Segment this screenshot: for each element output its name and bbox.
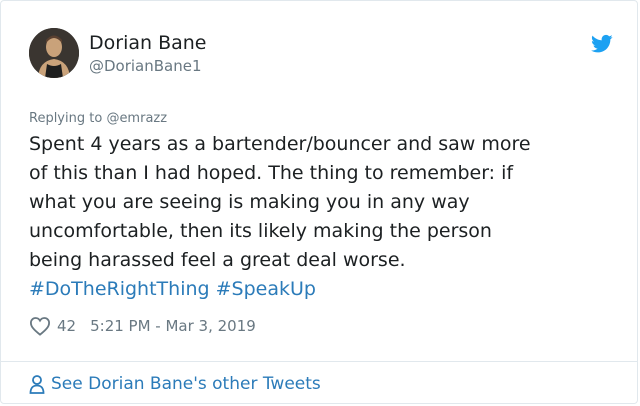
- see-other-tweets-label: See Dorian Bane's other Tweets: [51, 374, 321, 394]
- tweet-header: Dorian Bane @DorianBane1: [29, 28, 613, 80]
- avatar[interactable]: [29, 28, 79, 78]
- tweet-text-line: of this than I had hoped. The thing to r…: [29, 162, 514, 184]
- author-handle[interactable]: @DorianBane1: [89, 57, 202, 75]
- tweet-text-line: uncomfortable, then its likely making th…: [29, 220, 492, 242]
- hashtag-line: #DoTheRightThing #SpeakUp: [29, 275, 629, 304]
- hashtag-link[interactable]: #SpeakUp: [216, 278, 316, 300]
- author-name[interactable]: Dorian Bane: [89, 32, 206, 54]
- footer-divider: [1, 361, 637, 362]
- tweet-timestamp[interactable]: 5:21 PM - Mar 3, 2019: [90, 315, 256, 337]
- tweet-text: Spent 4 years as a bartender/bouncer and…: [29, 130, 629, 304]
- like-count[interactable]: 42: [57, 315, 76, 337]
- heart-icon[interactable]: [29, 316, 51, 336]
- hashtag-link[interactable]: #DoTheRightThing: [29, 278, 210, 300]
- reply-mention-link[interactable]: @emrazz: [106, 111, 167, 126]
- tweet-text-line: being harassed feel a great deal worse.: [29, 249, 406, 271]
- tweet-meta: 42 5:21 PM - Mar 3, 2019: [29, 315, 256, 337]
- tweet-text-line: what you are seeing is making you in any…: [29, 191, 470, 213]
- tweet-card: Dorian Bane @DorianBane1 Replying to @em…: [0, 0, 638, 404]
- reply-prefix: Replying to: [29, 111, 107, 126]
- tweet-text-line: Spent 4 years as a bartender/bouncer and…: [29, 133, 531, 155]
- see-other-tweets-link[interactable]: See Dorian Bane's other Tweets: [29, 373, 321, 395]
- person-icon: [29, 375, 45, 394]
- twitter-bird-icon[interactable]: [591, 34, 613, 54]
- reply-context: Replying to @emrazz: [29, 111, 167, 127]
